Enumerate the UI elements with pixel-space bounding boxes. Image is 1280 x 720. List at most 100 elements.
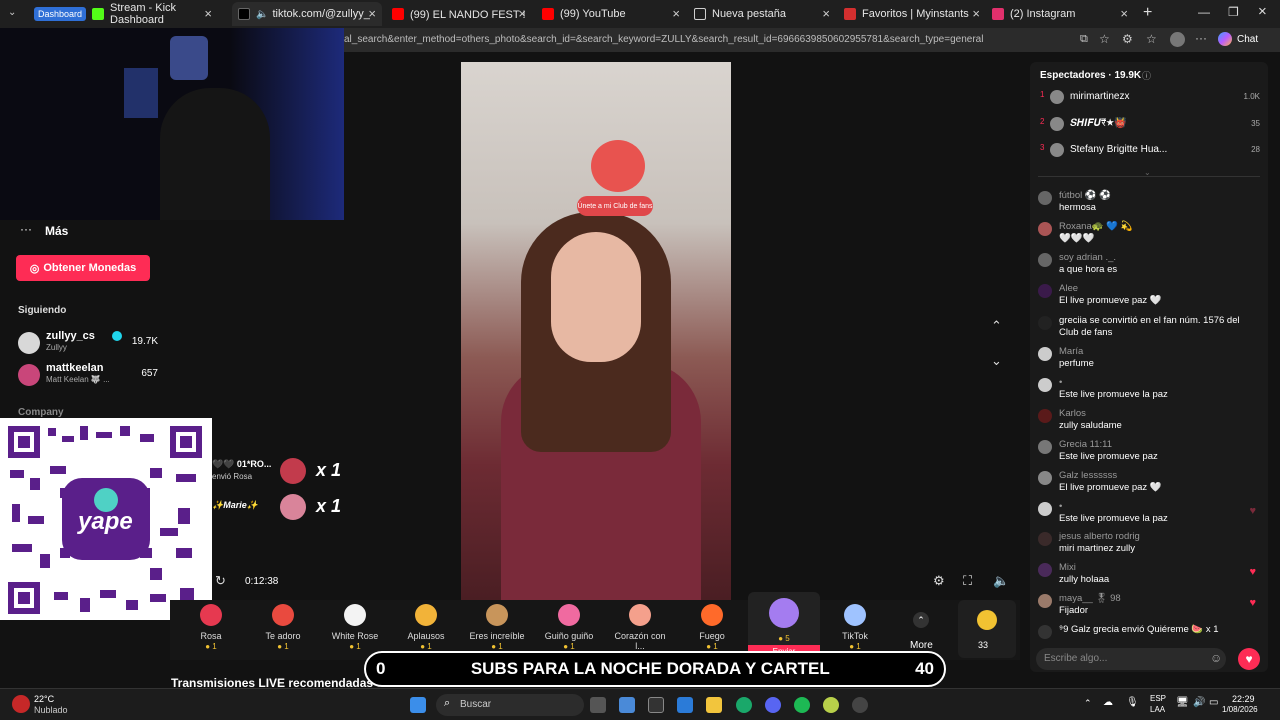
- lang-code[interactable]: ESP: [1150, 694, 1166, 703]
- more-dots-icon[interactable]: ···: [20, 222, 32, 236]
- top-viewer[interactable]: 3 Stefany Brigitte Hua... 28: [1040, 143, 1260, 159]
- new-tab-plus-icon[interactable]: +: [1143, 4, 1152, 22]
- fan-club-badge[interactable]: Únete a mi Club de fans: [577, 196, 653, 216]
- collections-icon[interactable]: ☆: [1146, 32, 1157, 46]
- lang-layout[interactable]: LAA: [1150, 705, 1165, 714]
- window-close-icon[interactable]: ×: [1258, 3, 1267, 20]
- weather-icon[interactable]: [12, 695, 30, 713]
- gift-more-label[interactable]: More: [910, 640, 933, 651]
- gift-corazon[interactable]: Corazón con l...● 5: [610, 604, 670, 661]
- close-icon[interactable]: ×: [368, 6, 376, 21]
- chat-user[interactable]: María: [1059, 346, 1083, 358]
- more-menu-icon[interactable]: ···: [1195, 31, 1207, 45]
- more-label[interactable]: Más: [45, 224, 68, 238]
- following-item-mattkeelan[interactable]: mattkeelan Matt Keelan 🐺 ... 657: [18, 362, 158, 388]
- tab-myinstants[interactable]: Favoritos | Myinstants ×: [838, 2, 986, 26]
- close-icon[interactable]: ×: [1120, 6, 1128, 21]
- chat-user[interactable]: Grecia 11:11: [1059, 439, 1112, 451]
- tray-chevron-icon[interactable]: ⌃: [1084, 698, 1092, 709]
- minimize-icon[interactable]: —: [1198, 5, 1210, 19]
- chat-user[interactable]: Galz lessssss: [1059, 470, 1117, 482]
- gift-eres-increible[interactable]: Eres increíble ● 1: [467, 604, 527, 654]
- chat-user[interactable]: jesus alberto rodrig: [1059, 531, 1140, 543]
- emoji-icon[interactable]: ☺: [1210, 651, 1222, 665]
- copilot-icon[interactable]: [1218, 32, 1232, 46]
- info-icon[interactable]: ⓘ: [1142, 69, 1151, 82]
- gift-tiktok[interactable]: TikTok ● 1: [825, 604, 885, 654]
- discord-icon[interactable]: [765, 697, 781, 713]
- cloud-icon[interactable]: ☁: [1103, 697, 1113, 708]
- live-video[interactable]: Únete a mi Club de fans: [461, 62, 731, 600]
- tab-youtube[interactable]: (99) YouTube ×: [536, 2, 686, 26]
- speaker-icon[interactable]: 🔈: [256, 9, 268, 20]
- fullscreen-icon[interactable]: ⛶: [963, 573, 972, 589]
- battery-icon[interactable]: ▭: [1209, 697, 1218, 708]
- gift-aplausos[interactable]: Aplausos ● 1: [396, 604, 456, 654]
- chat-user[interactable]: Mixi: [1059, 562, 1076, 574]
- close-icon[interactable]: ×: [972, 6, 980, 21]
- gift-te-adoro[interactable]: Te adoro ● 1: [253, 604, 313, 654]
- coins-count: 33: [978, 640, 989, 650]
- profile-avatar[interactable]: [1170, 32, 1185, 47]
- tab-tiktok[interactable]: 🔈 tiktok.com/@zullyy_cs/live ×: [232, 2, 382, 26]
- close-icon[interactable]: ×: [822, 6, 830, 21]
- tab-youtube-nando[interactable]: (99) EL NANDO FEST !! 😃 🍾 🎉 😌 ×: [386, 2, 532, 26]
- tab-list-chevron-icon[interactable]: ⌄: [8, 7, 16, 18]
- gift-white-rose[interactable]: White Rose ● 1: [325, 604, 385, 654]
- close-icon[interactable]: ×: [518, 6, 526, 21]
- settings-icon[interactable]: ⚙: [933, 573, 945, 589]
- chat-user[interactable]: Karlos: [1059, 408, 1086, 420]
- clock-date[interactable]: 1/08/2026: [1222, 705, 1258, 714]
- file-explorer-icon[interactable]: [706, 697, 722, 713]
- taskbar-search[interactable]: ⌕ Buscar: [436, 694, 584, 716]
- tab-instagram[interactable]: (2) Instagram ×: [986, 2, 1134, 26]
- coins-panel[interactable]: 33: [958, 600, 1016, 658]
- chat-user[interactable]: •: [1059, 377, 1062, 389]
- fan-club-label: Únete a mi Club de fans: [577, 202, 653, 210]
- gift-more-up-icon[interactable]: ⌃: [913, 612, 929, 628]
- open-app-icon[interactable]: ⧉: [1080, 33, 1088, 46]
- tab-kick-dashboard[interactable]: Dashboard Stream - Kick Dashboard ×: [28, 2, 218, 26]
- obs-icon[interactable]: [852, 697, 868, 713]
- task-view-icon[interactable]: [590, 697, 606, 713]
- gift-rosa[interactable]: Rosa ● 1: [181, 604, 241, 654]
- chat-user[interactable]: •: [1059, 501, 1062, 513]
- following-item-zullyy[interactable]: zullyy_cs Zullyy 19.7K: [18, 330, 158, 356]
- edge-icon[interactable]: [736, 697, 752, 713]
- chat-user[interactable]: maya__ 🎖 98: [1059, 593, 1121, 605]
- mic-icon[interactable]: 🎙: [1126, 697, 1139, 708]
- chat-label[interactable]: Chat: [1237, 34, 1258, 45]
- like-heart-icon[interactable]: ♥: [1238, 648, 1260, 670]
- close-icon[interactable]: ×: [204, 6, 212, 21]
- store-icon[interactable]: [648, 697, 664, 713]
- chat-input[interactable]: Escribe algo...: [1036, 648, 1226, 670]
- restore-icon[interactable]: ❐: [1228, 5, 1239, 19]
- spotify-icon[interactable]: [794, 697, 810, 713]
- chevron-up-icon[interactable]: ⌃: [991, 318, 1002, 334]
- gift-guino-guino[interactable]: Guiño guiño ● 1: [539, 604, 599, 654]
- widgets-icon[interactable]: [619, 697, 635, 713]
- chat-user[interactable]: fútbol ⚽ ⚽: [1059, 190, 1111, 202]
- windows-start-icon[interactable]: [410, 697, 426, 713]
- close-icon[interactable]: ×: [672, 6, 680, 21]
- chat-user[interactable]: Roxana🐢 💙 💫: [1059, 221, 1133, 233]
- url-text[interactable]: al_search&enter_method=others_photo&sear…: [344, 34, 983, 45]
- clock-time[interactable]: 22:29: [1232, 694, 1255, 704]
- chat-user[interactable]: Alee: [1059, 283, 1078, 295]
- gift-fuego[interactable]: Fuego ● 1: [682, 604, 742, 654]
- gift-selected[interactable]: ● 5 Enviar: [748, 592, 820, 658]
- chevron-down-icon[interactable]: ⌄: [991, 353, 1002, 369]
- app-icon[interactable]: [823, 697, 839, 713]
- refresh-icon[interactable]: ↻: [215, 573, 226, 589]
- volume-icon[interactable]: 🔈: [993, 573, 1009, 589]
- network-icon[interactable]: 🖥: [1176, 697, 1189, 708]
- get-coins-button[interactable]: ◎ Obtener Monedas: [16, 255, 150, 281]
- m365-icon[interactable]: [677, 697, 693, 713]
- extensions-icon[interactable]: ⚙: [1122, 32, 1133, 46]
- top-viewer[interactable]: 2 𝑺𝑯𝑰𝑭𝑼₹★👹 35: [1040, 117, 1260, 133]
- favorite-star-icon[interactable]: ☆: [1099, 32, 1110, 46]
- top-viewer[interactable]: 1 mirimartinezx 1.0K: [1040, 90, 1260, 106]
- tab-new[interactable]: Nueva pestaña ×: [688, 2, 836, 26]
- chat-user[interactable]: soy adrian ._.: [1059, 252, 1116, 264]
- volume-tray-icon[interactable]: 🔊: [1193, 697, 1205, 708]
